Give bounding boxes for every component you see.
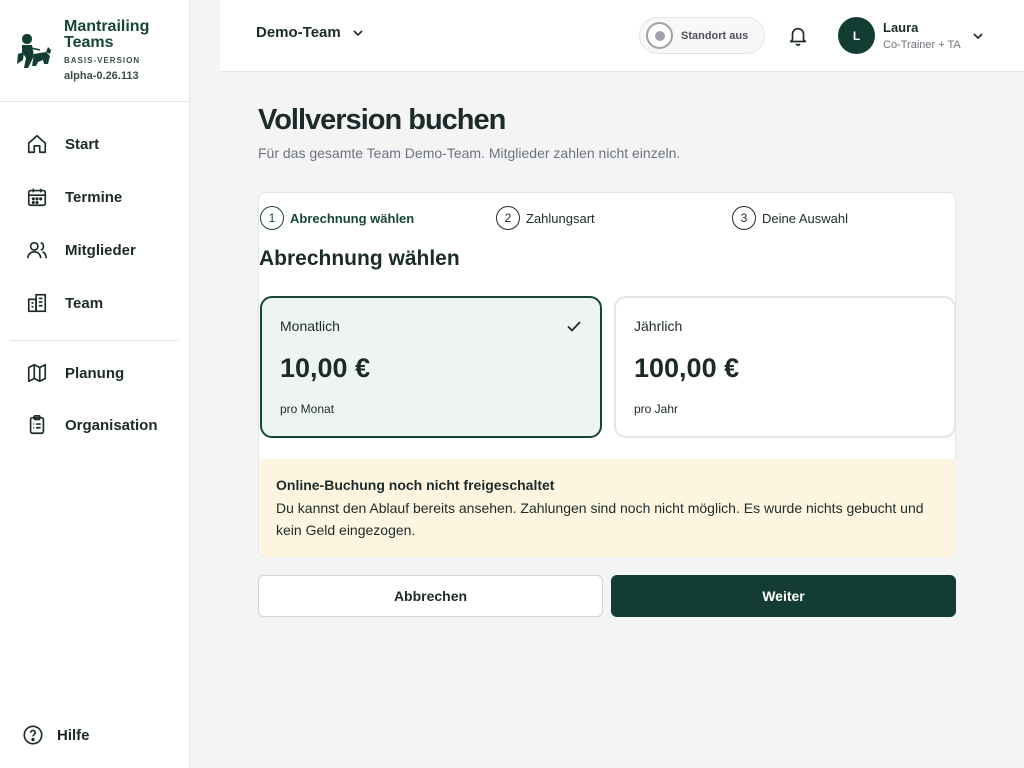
page-title: Vollversion buchen [258,104,506,136]
sidebar-item-label: Start [65,135,100,153]
option-period: pro Jahr [634,402,679,416]
page-subtitle: Für das gesamte Team Demo-Team. Mitglied… [258,145,681,161]
users-icon [27,241,47,259]
location-status-icon [646,22,673,49]
clipboard-icon [29,415,45,435]
step-2-payment: 2 Zahlungsart [496,206,595,230]
chevron-down-icon [973,32,983,39]
sidebar-item-organisation[interactable]: Organisation [0,405,190,445]
dog-handler-logo-icon [17,34,51,68]
sidebar-item-label: Team [65,294,104,312]
top-bar: Demo-Team Standort aus L Laura Co-Traine… [220,0,1024,72]
question-circle-icon [23,725,43,745]
option-label: Jährlich [634,318,683,334]
step-label: Abrechnung wählen [290,210,415,226]
sidebar-item-label: Organisation [65,416,158,434]
sidebar-item-termine[interactable]: Termine [0,177,190,217]
brand-build: alpha-0.26.113 [64,70,139,82]
location-label: Standort aus [681,29,749,42]
chevron-down-icon [353,29,363,36]
sidebar-item-planung[interactable]: Planung [0,353,190,393]
checkmark-icon [567,321,581,332]
help-label: Hilfe [57,726,90,744]
sidebar-item-label: Termine [65,188,123,206]
sidebar-item-label: Mitglieder [65,241,136,259]
team-selector[interactable]: Demo-Team [256,24,365,41]
user-info: Laura Co-Trainer + TA [883,19,961,53]
brand-version-label: BASIS-VERSION [64,56,141,65]
location-toggle[interactable]: Standort aus [639,17,765,54]
notice-text: Du kannst den Ablauf bereits ansehen. Za… [276,500,924,538]
sidebar-item-mitglieder[interactable]: Mitglieder [0,230,190,270]
billing-option-yearly[interactable]: Jährlich 100,00 € pro Jahr [614,296,956,438]
sidebar-item-team[interactable]: Team [0,283,190,323]
option-label: Monatlich [280,318,340,334]
help-link[interactable]: Hilfe [22,724,90,746]
cancel-button[interactable]: Abbrechen [258,575,603,617]
home-icon [27,134,47,154]
sidebar-divider [10,340,179,341]
user-name: Laura [883,19,919,35]
sidebar-item-start[interactable]: Start [0,124,190,164]
map-icon [27,363,47,383]
billing-option-monthly[interactable]: Monatlich 10,00 € pro Monat [260,296,602,438]
sidebar: Mantrailing Teams BASIS-VERSION alpha-0.… [0,0,190,768]
next-button[interactable]: Weiter [611,575,956,617]
step-1-billing: 1 Abrechnung wählen [260,206,414,230]
user-role: Co-Trainer + TA [883,38,961,51]
booking-notice: Online-Buchung noch nicht freigeschaltet… [260,459,956,557]
calendar-icon [27,188,47,207]
option-price: 100,00 € [634,353,740,383]
notice-title: Online-Buchung noch nicht freigeschaltet [276,477,555,493]
brand-header: Mantrailing Teams BASIS-VERSION alpha-0.… [0,0,189,102]
booking-card: 1 Abrechnung wählen 2 Zahlungsart 3 Dein… [258,192,956,557]
step-number: 1 [260,206,284,230]
avatar: L [838,17,875,54]
step-label: Deine Auswahl [762,210,848,226]
step-label: Zahlungsart [526,210,595,226]
sidebar-item-label: Planung [65,364,125,382]
step-number: 2 [496,206,520,230]
option-period: pro Monat [280,402,335,416]
section-title: Abrechnung wählen [259,247,460,270]
option-price: 10,00 € [280,353,371,383]
team-name: Demo-Team [256,24,341,41]
step-number: 3 [732,206,756,230]
bell-icon[interactable] [787,25,809,47]
user-menu[interactable]: L Laura Co-Trainer + TA [838,17,985,54]
step-3-summary: 3 Deine Auswahl [732,206,848,230]
building-icon [27,293,47,313]
brand-name: Mantrailing Teams [64,18,150,51]
